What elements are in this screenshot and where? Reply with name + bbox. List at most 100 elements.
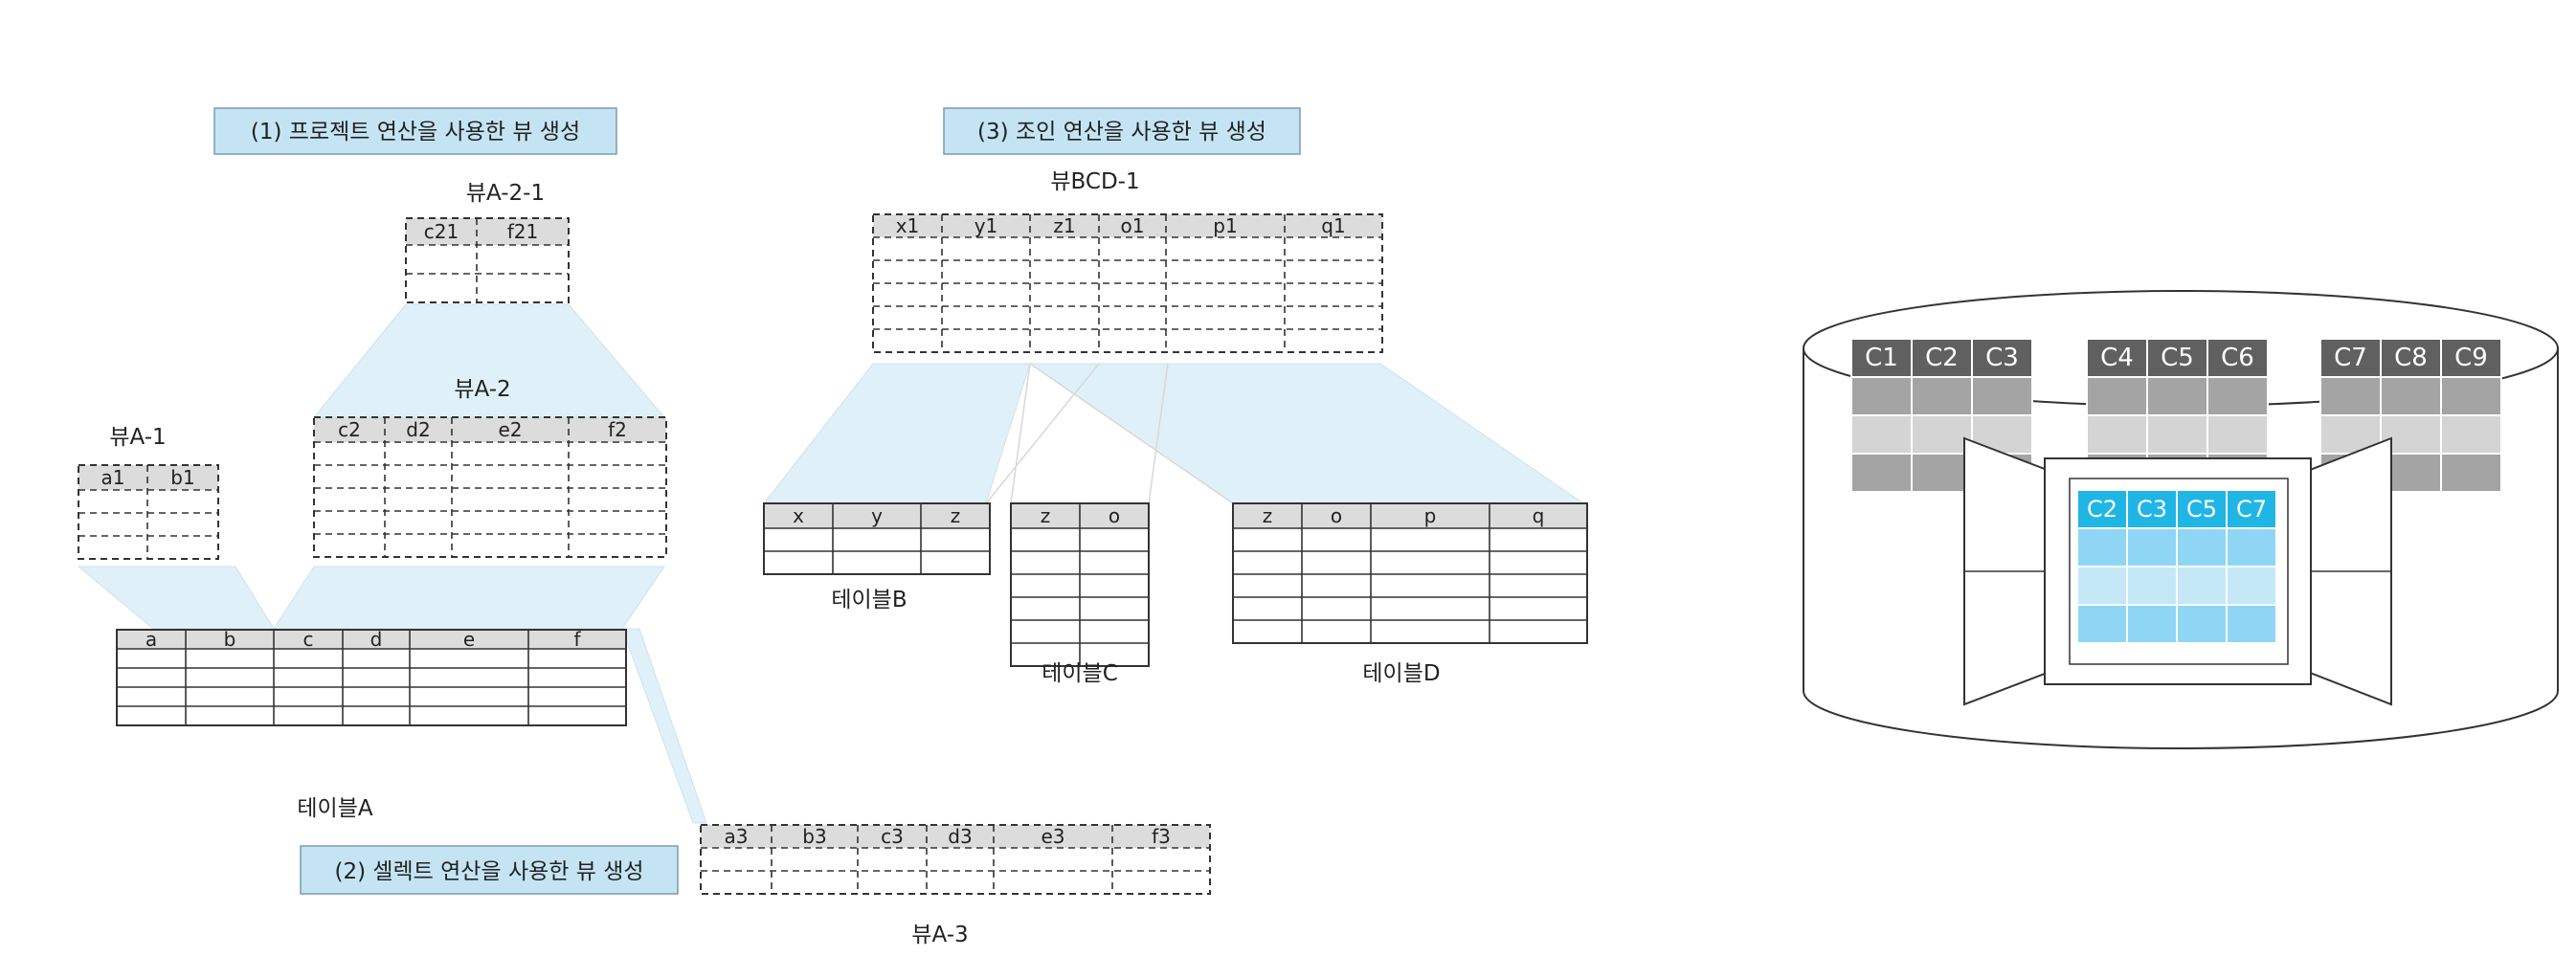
table-C: zo — [1010, 502, 1150, 667]
column-header: p1 — [1213, 214, 1237, 237]
column-header: z — [951, 504, 961, 527]
label-tableB: 테이블B — [831, 588, 907, 612]
base-column-label: C4 — [2100, 344, 2134, 372]
caption-join-text: (3) 조인 연산을 사용한 뷰 생성 — [977, 120, 1266, 145]
view-column-label: C3 — [2137, 496, 2167, 523]
view-column-cell — [2076, 566, 2128, 606]
base-column-cell — [1971, 376, 2033, 416]
column-header: a1 — [101, 466, 125, 489]
database-illustration: C1 C2 C3 C4 C5 C6 C7 C8 C9 C2 C3 C5 C7 — [1803, 290, 2559, 749]
column-header: f2 — [608, 418, 627, 441]
label-tableC: 테이블C — [1042, 661, 1118, 686]
column-header: q — [1533, 504, 1545, 527]
column-header: b1 — [170, 466, 194, 489]
base-column-cell — [2086, 376, 2148, 416]
view-column-cell — [2176, 604, 2228, 644]
column-header: a — [146, 628, 157, 651]
column-header: d — [370, 628, 383, 651]
base-column-cell — [1850, 376, 1913, 416]
column-header: q1 — [1321, 214, 1345, 237]
base-column-cell — [2206, 414, 2269, 455]
view-column-cell — [2176, 566, 2228, 606]
base-column-label: C5 — [2161, 344, 2194, 372]
column-header: f21 — [507, 220, 539, 243]
connector-tableA-viewA3 — [621, 628, 707, 824]
view-column-cell — [2076, 527, 2128, 568]
caption-select-text: (2) 셀렉트 연산을 사용한 뷰 생성 — [334, 859, 643, 884]
caption-project: (1) 프로젝트 연산을 사용한 뷰 생성 — [213, 107, 617, 155]
column-header: e — [463, 628, 475, 651]
base-column-cell — [2440, 414, 2502, 455]
view-BCD-1: x1 y1 z1 o1 p1 q1 — [872, 213, 1383, 353]
base-column-label: C6 — [2221, 344, 2254, 372]
column-header: d3 — [948, 825, 972, 848]
base-column-cell — [1911, 376, 1973, 416]
base-column-label: C7 — [2334, 344, 2367, 372]
column-header: e3 — [1041, 825, 1064, 848]
column-header: c21 — [424, 220, 459, 243]
base-column-cell — [2319, 376, 2382, 416]
column-header: o — [1331, 504, 1342, 527]
view-A-2: c2 d2 e2 f2 — [313, 416, 667, 558]
view-A-2-1: c21 f21 — [405, 217, 570, 303]
base-column-cell — [1911, 414, 1973, 455]
column-header: b3 — [802, 825, 826, 848]
view-column-cell — [2226, 604, 2277, 644]
column-header: o1 — [1121, 214, 1145, 237]
column-header: y1 — [974, 214, 998, 237]
caption-join: (3) 조인 연산을 사용한 뷰 생성 — [943, 107, 1301, 155]
base-column-label: C3 — [1985, 344, 2019, 372]
column-header: f — [573, 628, 581, 651]
view-A-3: a3 b3 c3 d3 e3 f3 — [700, 824, 1211, 895]
base-column-cell — [2146, 376, 2208, 416]
base-column-label: C1 — [1865, 344, 1898, 372]
column-header: f3 — [1152, 825, 1171, 848]
base-column-cell — [2146, 414, 2208, 455]
view-column-cell — [2126, 527, 2178, 568]
label-viewA1: 뷰A-1 — [109, 425, 166, 450]
label-viewA2: 뷰A-2 — [454, 377, 510, 402]
table-header — [78, 465, 218, 490]
view-column-cell — [2226, 527, 2277, 568]
view-column-label: C2 — [2087, 496, 2117, 523]
column-header: o — [1109, 504, 1120, 527]
base-column-cell — [2380, 376, 2442, 416]
connector-viewBCD1-tableB — [762, 363, 1031, 504]
label-viewA3: 뷰A-3 — [911, 923, 968, 947]
caption-project-text: (1) 프로젝트 연산을 사용한 뷰 생성 — [251, 120, 580, 145]
column-header: c2 — [338, 418, 361, 441]
base-column-cell — [2206, 376, 2269, 416]
caption-select: (2) 셀렉트 연산을 사용한 뷰 생성 — [300, 845, 679, 895]
table-B: x y z — [763, 502, 991, 575]
column-header: c3 — [881, 825, 904, 848]
base-column-cell — [2440, 376, 2502, 416]
label-tableA: 테이블A — [297, 796, 372, 821]
table-A: a b c d e f — [116, 628, 627, 726]
base-column-label: C9 — [2454, 344, 2488, 372]
label-viewA21: 뷰A-2-1 — [466, 181, 545, 206]
label-tableD: 테이블D — [1362, 661, 1440, 686]
base-column-cell — [1911, 453, 1973, 493]
view-column-cell — [2126, 604, 2178, 644]
view-columns-grid: C2 C3 C5 C7 — [2076, 489, 2277, 644]
column-header: e2 — [498, 418, 522, 441]
table-D: zopq — [1232, 502, 1588, 644]
column-header: d2 — [406, 418, 430, 441]
view-column-cell — [2226, 566, 2277, 606]
view-column-label: C7 — [2236, 496, 2267, 523]
label-viewBCD1: 뷰BCD-1 — [1050, 169, 1139, 194]
connector-tableA-viewA2 — [273, 566, 665, 630]
view-column-cell — [2176, 527, 2228, 568]
base-column-label: C8 — [2394, 344, 2428, 372]
base-column-cell — [1850, 414, 1913, 455]
column-header: y — [871, 504, 883, 527]
column-header: c — [303, 628, 314, 651]
base-column-label: C2 — [1925, 344, 1959, 372]
base-column-cell — [2086, 414, 2148, 455]
diagram-canvas: (1) 프로젝트 연산을 사용한 뷰 생성 (3) 조인 연산을 사용한 뷰 생… — [77, 107, 2559, 947]
projection-connectors — [77, 303, 1585, 824]
column-header: z — [1041, 504, 1051, 527]
column-header: a3 — [725, 825, 749, 848]
view-A-1: a1 b1 — [78, 464, 219, 560]
base-column-cell — [2440, 453, 2502, 493]
